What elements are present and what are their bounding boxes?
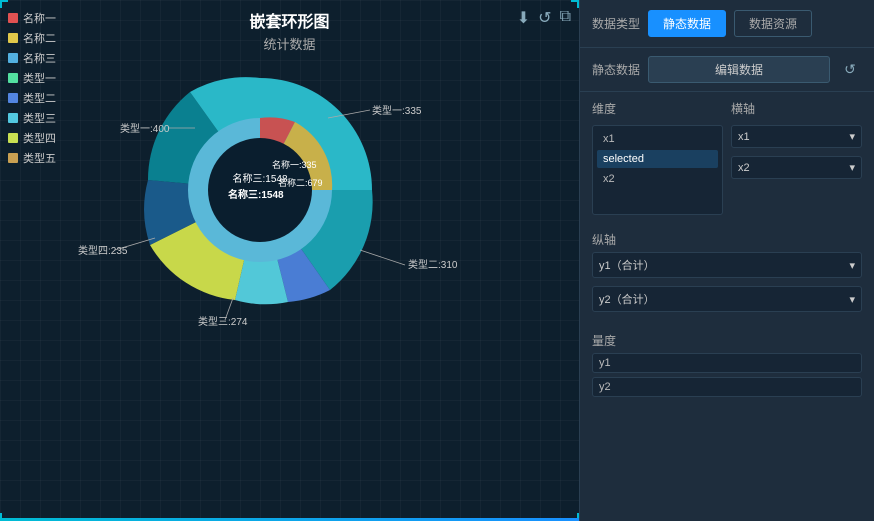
dim-axis-section: 维度 x1 selected x2 横轴 x1 ▾ x2 ▾ (580, 92, 874, 223)
legend-item: 类型五 (8, 150, 56, 166)
axis-header: 横轴 (731, 100, 862, 117)
legend-color (8, 133, 18, 143)
chart-toolbar: ⬇ ↺ ⧉ (517, 8, 571, 28)
donut-chart-container: 名称三:1548 类型一:400 类型一:335 名称一:335 名称二:679… (50, 50, 470, 330)
legend-color (8, 153, 18, 163)
legend-item: 类型四 (8, 130, 56, 146)
data-type-label: 数据类型 (592, 15, 640, 32)
edit-data-button[interactable]: 编辑数据 (648, 56, 830, 83)
legend-item: 类型三 (8, 110, 56, 126)
chevron-down-icon: ▾ (849, 259, 855, 272)
download-icon[interactable]: ⬇ (517, 8, 530, 28)
dimension-column: 维度 x1 selected x2 (592, 100, 723, 215)
chevron-down-icon: ▾ (849, 130, 855, 143)
y-axis-label-1: y1（合计） (599, 257, 655, 273)
legend-color (8, 73, 18, 83)
label-line (360, 250, 405, 265)
axis-select-label: x2 (738, 162, 750, 174)
inner-label-2: 名称二:679 (278, 177, 323, 188)
chevron-down-icon: ▾ (849, 161, 855, 174)
legend-color (8, 93, 18, 103)
axis-select-x2[interactable]: x2 ▾ (731, 156, 862, 179)
dim-item-x1[interactable]: x1 (597, 130, 718, 148)
y-axis-section: y1（合计） ▾ y2（合计） ▾ (580, 252, 874, 324)
refresh-icon[interactable]: ↺ (538, 8, 551, 28)
dim-item-selected[interactable]: selected (597, 150, 718, 168)
legend-color (8, 113, 18, 123)
static-data-row: 静态数据 编辑数据 ↺ (580, 48, 874, 92)
axis-column: 横轴 x1 ▾ x2 ▾ (731, 100, 862, 215)
dimension-items: x1 selected x2 (592, 125, 723, 215)
y-axis-section-title: 纵轴 (580, 223, 874, 252)
chart-panel: 名称一 名称二 名称三 类型一 类型二 类型三 类型四 类型五 (0, 0, 580, 521)
tab-static-data[interactable]: 静态数据 (648, 10, 726, 37)
copy-icon[interactable]: ⧉ (560, 8, 571, 28)
label-text: 类型一:335 (372, 104, 422, 117)
label-text: 类型二:310 (408, 258, 458, 271)
axis-select-label: x1 (738, 131, 750, 143)
chart-title-area: 嵌套环形图 统计数据 (0, 0, 579, 53)
measure-item-y1[interactable]: y1 (592, 353, 862, 373)
dim-item-x2[interactable]: x2 (597, 170, 718, 188)
y-axis-label-2: y2（合计） (599, 291, 655, 307)
donut-chart-svg: 名称三:1548 类型一:400 类型一:335 名称一:335 名称二:679… (50, 50, 470, 330)
label-text: 类型三:274 (198, 315, 248, 328)
inner-label-1: 名称一:335 (272, 159, 317, 170)
legend-item: 类型一 (8, 70, 56, 86)
chevron-down-icon: ▾ (849, 293, 855, 306)
measure-section: y1 y2 (580, 353, 874, 397)
chart-main-title: 嵌套环形图 (0, 8, 579, 32)
data-type-row: 数据类型 静态数据 数据资源 (580, 0, 874, 48)
static-data-label: 静态数据 (592, 61, 640, 78)
right-panel: 数据类型 静态数据 数据资源 静态数据 编辑数据 ↺ 维度 x1 selecte… (580, 0, 874, 521)
label-text: 类型一:400 (120, 122, 170, 135)
legend-item: 类型二 (8, 90, 56, 106)
label-text: 类型四:235 (78, 244, 128, 257)
y-axis-select-2[interactable]: y2（合计） ▾ (592, 286, 862, 312)
y-axis-select-1[interactable]: y1（合计） ▾ (592, 252, 862, 278)
legend-color (8, 53, 18, 63)
measure-items: y1 y2 (592, 353, 862, 397)
dimension-header: 维度 (592, 100, 723, 117)
refresh-button[interactable]: ↺ (838, 58, 862, 82)
measure-section-title: 量度 (580, 324, 874, 353)
measure-item-y2[interactable]: y2 (592, 377, 862, 397)
tab-data-source[interactable]: 数据资源 (734, 10, 812, 37)
inner-label-3: 名称三:1548 (228, 188, 284, 201)
axis-select-x1[interactable]: x1 ▾ (731, 125, 862, 148)
